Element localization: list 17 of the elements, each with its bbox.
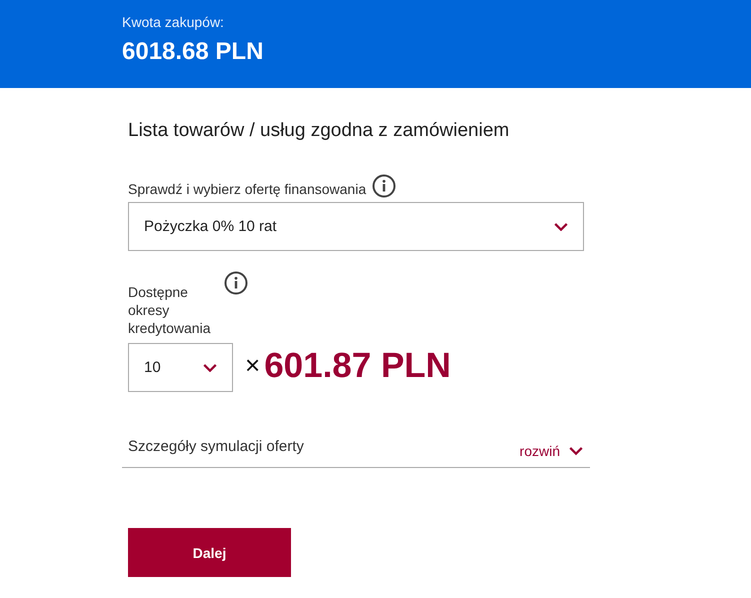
chevron-down-icon <box>553 222 569 232</box>
offer-select[interactable]: Pożyczka 0% 10 rat <box>128 202 584 251</box>
purchase-amount: 6018.68 PLN <box>122 38 264 66</box>
period-select[interactable]: 10 <box>128 343 233 392</box>
info-icon[interactable] <box>372 174 396 198</box>
period-label: Dostępne okresy kredytowania <box>128 283 212 337</box>
purchase-amount-label: Kwota zakupów: <box>122 14 225 30</box>
installment-amount: 601.87 PLN <box>264 346 451 386</box>
offer-label: Sprawdź i wybierz ofertę finansowania <box>128 181 366 198</box>
chevron-down-icon <box>568 446 584 456</box>
next-button[interactable]: Dalej <box>128 528 291 577</box>
expand-toggle[interactable]: rozwiń <box>520 443 590 459</box>
section-title: Lista towarów / usług zgodna z zamówieniem <box>128 120 510 142</box>
details-label: Szczegóły symulacji oferty <box>128 438 304 455</box>
chevron-down-icon <box>202 362 218 372</box>
info-icon[interactable] <box>224 271 248 295</box>
times-sign: × <box>245 350 260 381</box>
